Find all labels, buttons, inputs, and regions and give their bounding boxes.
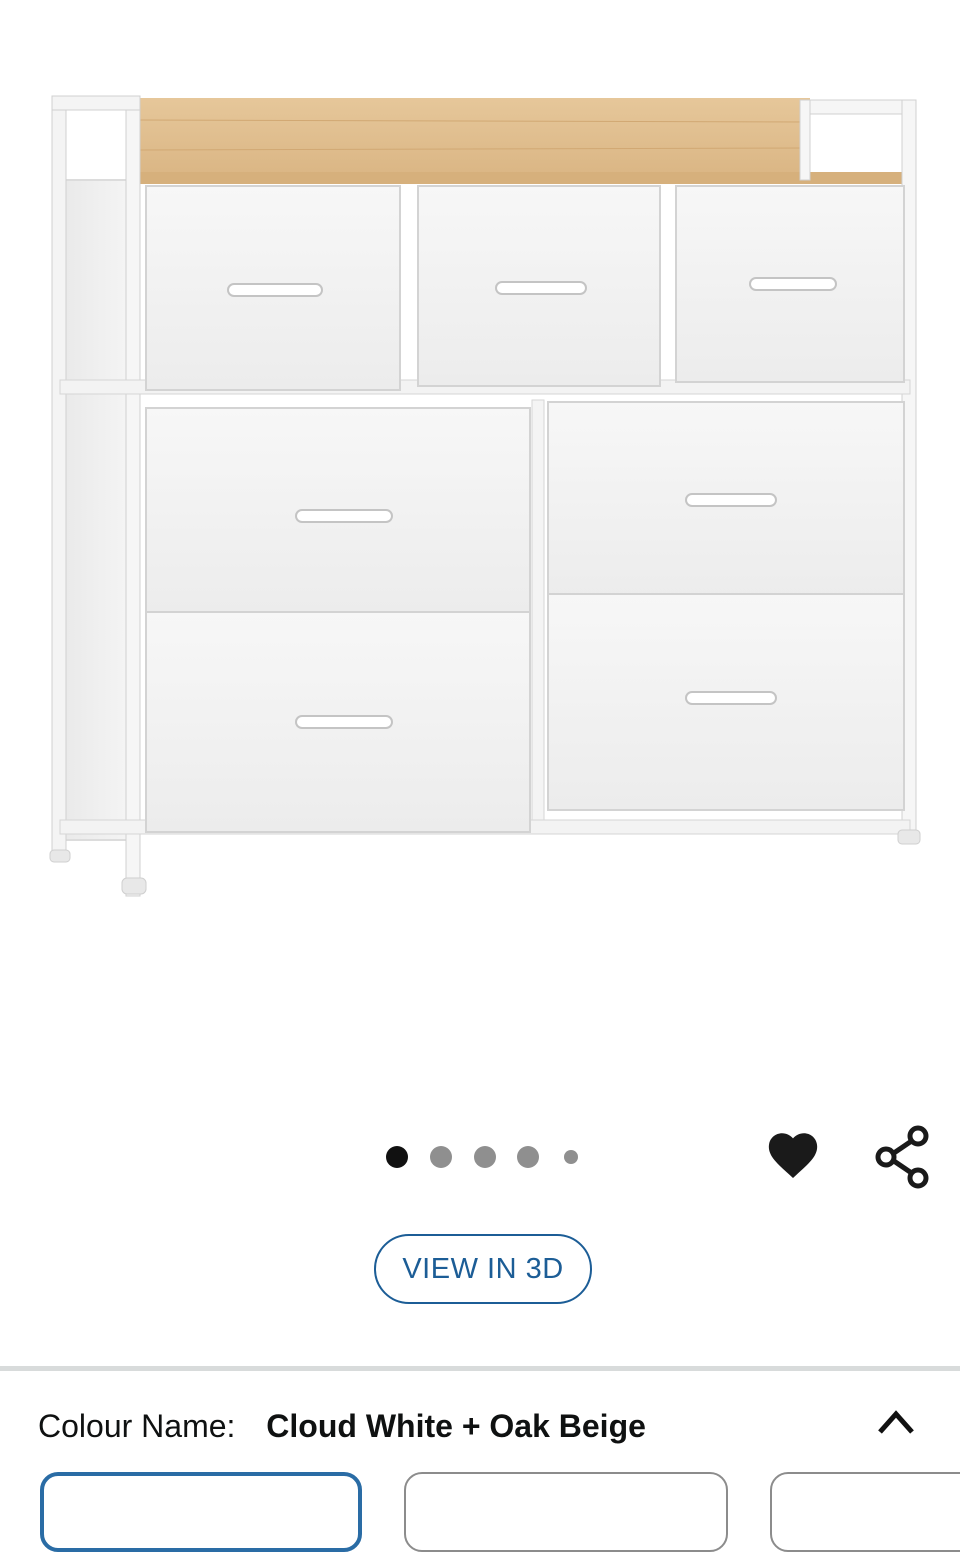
colour-swatch[interactable] [404,1472,728,1552]
wishlist-button[interactable] [764,1126,822,1184]
carousel-dot[interactable] [517,1146,539,1168]
colour-swatch-selected[interactable] [40,1472,362,1552]
product-image[interactable] [0,0,960,1100]
colour-name-row: Colour Name: Cloud White + Oak Beige [38,1408,646,1445]
carousel-dot[interactable] [430,1146,452,1168]
view-in-3d-button[interactable]: VIEW IN 3D [374,1234,592,1304]
carousel-dot[interactable] [474,1146,496,1168]
carousel-dot[interactable] [386,1146,408,1168]
share-icon [875,1125,929,1189]
chevron-up-icon [878,1410,914,1434]
carousel-dot[interactable] [564,1150,578,1164]
colour-swatch[interactable] [770,1472,960,1552]
section-divider [0,1366,960,1371]
heart-icon [768,1133,818,1178]
colour-name-label: Colour Name: [38,1408,236,1444]
colour-name-value: Cloud White + Oak Beige [266,1408,646,1444]
share-button[interactable] [872,1124,934,1190]
collapse-variations-button[interactable] [874,1404,918,1438]
